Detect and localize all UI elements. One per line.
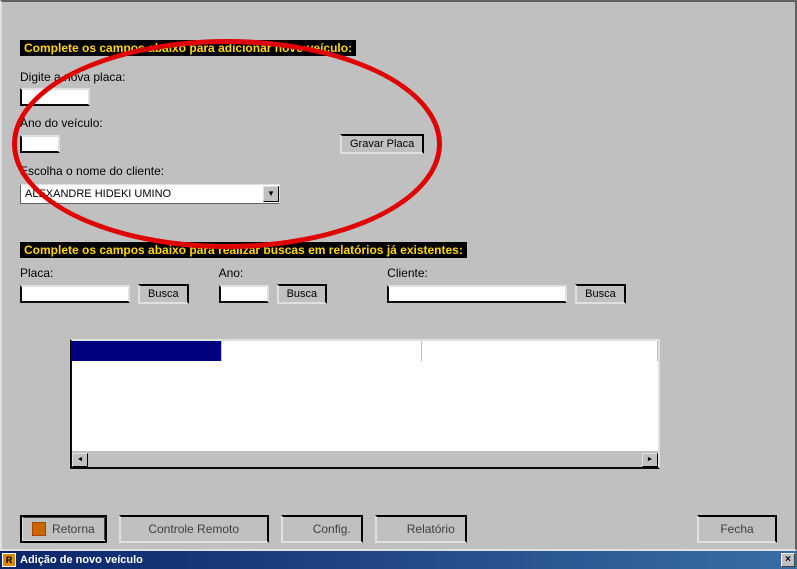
ano-add-input[interactable] <box>20 135 60 153</box>
busca-ano-button[interactable]: Busca <box>277 284 328 304</box>
add-header: Complete os campos abaixo para adicionar… <box>20 40 356 56</box>
add-vehicle-section: ALEXANDRE HIDEKI UMINO ▼ Escolha o nome … <box>20 40 777 204</box>
chevron-down-icon[interactable]: ▼ <box>263 186 279 202</box>
back-icon <box>32 522 46 536</box>
cliente-search-input[interactable] <box>387 285 567 303</box>
gravar-placa-button[interactable]: Gravar Placa <box>340 134 424 154</box>
placa-search-input[interactable] <box>20 285 130 303</box>
retorna-button[interactable]: Retorna <box>20 515 107 543</box>
ano-search-input[interactable] <box>219 285 269 303</box>
grid-cell[interactable] <box>422 341 658 361</box>
scroll-right-icon[interactable]: ► <box>642 453 658 467</box>
close-icon[interactable]: × <box>781 553 795 567</box>
relatorio-label: Relatório <box>407 522 455 536</box>
busca-placa-button[interactable]: Busca <box>138 284 189 304</box>
table-row[interactable] <box>72 341 658 361</box>
controle-label: Controle Remoto <box>148 522 239 536</box>
fecha-button[interactable]: Fecha <box>697 515 777 543</box>
busca-cliente-button[interactable]: Busca <box>575 284 626 304</box>
search-section: Busca Placa: Busca Ano: Busca Cliente: <box>20 242 777 304</box>
placa-search-label: Placa: <box>20 266 53 280</box>
fecha-label: Fecha <box>720 522 753 536</box>
config-label: Config. <box>313 522 351 536</box>
controle-remoto-button[interactable]: Controle Remoto <box>119 515 269 543</box>
toolbar: Retorna Controle Remoto Config. Relatóri… <box>20 515 777 543</box>
app-icon: R <box>2 553 16 567</box>
cliente-search-label: Cliente: <box>387 266 428 280</box>
grid-cell[interactable] <box>222 341 422 361</box>
window-title: Adição de novo veículo <box>20 554 781 566</box>
ano-search-label: Ano: <box>219 266 244 280</box>
cliente-dropdown[interactable]: ALEXANDRE HIDEKI UMINO ▼ <box>20 184 280 204</box>
grid-body <box>72 341 658 451</box>
report-icon <box>387 522 401 536</box>
results-grid[interactable]: ◄ ► <box>70 339 660 469</box>
cliente-dropdown-value: ALEXANDRE HIDEKI UMINO <box>21 188 263 200</box>
placa-add-label: Digite a nova placa: <box>20 70 125 84</box>
cliente-add-label: Escolha o nome do cliente: <box>20 164 164 178</box>
relatorio-button[interactable]: Relatório <box>375 515 467 543</box>
gear-icon <box>293 522 307 536</box>
horizontal-scrollbar[interactable]: ◄ ► <box>72 451 658 467</box>
placa-add-input[interactable] <box>20 88 90 106</box>
scroll-left-icon[interactable]: ◄ <box>72 453 88 467</box>
title-bar: R Adição de novo veículo × <box>0 551 797 569</box>
client-area: Retorna Controle Remoto Config. Relatóri… <box>0 0 797 551</box>
ano-add-label: Ano do veículo: <box>20 116 103 130</box>
config-button[interactable]: Config. <box>281 515 363 543</box>
search-header: Complete os campos abaixo para realizar … <box>20 242 467 258</box>
grid-cell-selected[interactable] <box>72 341 222 361</box>
retorna-label: Retorna <box>52 522 95 536</box>
